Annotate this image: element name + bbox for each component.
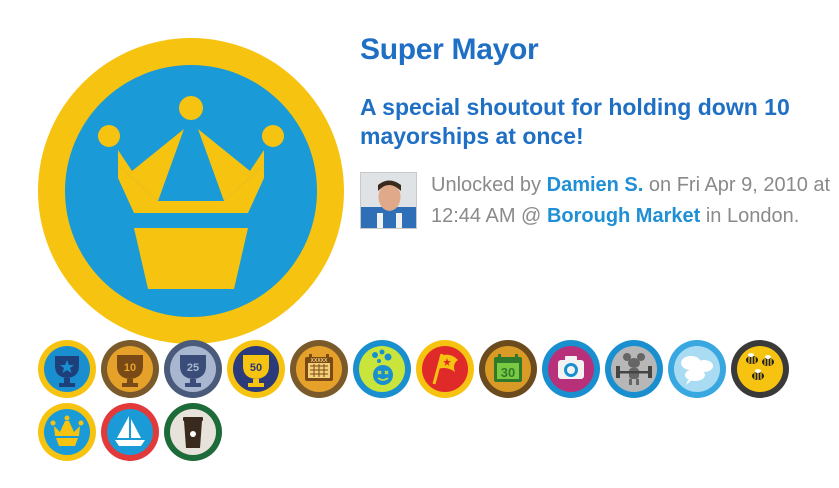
camera-icon[interactable] [542,340,600,398]
badge-description: A special shoutout for holding down 10 m… [360,94,790,149]
crown-icon[interactable] [38,403,96,461]
avatar[interactable] [360,172,417,229]
bubbles-smiley-icon[interactable] [353,340,411,398]
unlock-info: Unlocked by Damien S. on Fri Apr 9, 2010… [431,170,836,232]
svg-text:10: 10 [124,362,136,374]
badge-hero-icon [38,38,344,344]
trophy-star-icon[interactable] [38,340,96,398]
unlock-location: in London. [705,205,800,227]
calendar-30-icon[interactable]: 30 [479,340,537,398]
unlock-prefix: Unlocked by [431,174,542,196]
svg-text:25: 25 [187,362,199,374]
sailboat-icon[interactable] [101,403,159,461]
coffee-cup-icon[interactable] [164,403,222,461]
badge-title: Super Mayor [360,33,539,66]
user-link[interactable]: Damien S. [547,174,644,196]
svg-text:30: 30 [501,365,515,380]
trophy-25-icon[interactable]: 25 [164,340,222,398]
flag-icon[interactable] [416,340,474,398]
svg-text:50: 50 [250,362,262,374]
svg-text:XXXXX: XXXXX [311,358,328,364]
bees-icon[interactable] [731,340,789,398]
speech-bubbles-icon[interactable] [668,340,726,398]
trophy-10-icon[interactable]: 10 [101,340,159,398]
venue-link[interactable]: Borough Market [547,205,700,227]
calendar-xxx-icon[interactable]: XXXXX [290,340,348,398]
trophy-50-icon[interactable]: 50 [227,340,285,398]
weightlifting-mouse-icon[interactable] [605,340,663,398]
